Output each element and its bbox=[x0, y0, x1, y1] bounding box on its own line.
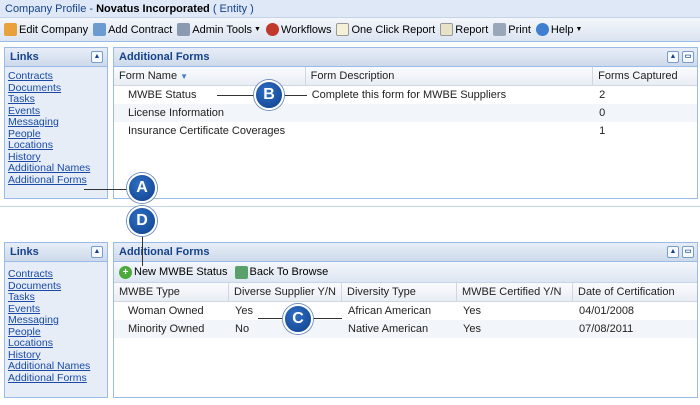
mwbe-status-panel: Additional Forms ▲ ▭ + New MWBE Status B… bbox=[113, 242, 698, 398]
maximize-icon[interactable]: ▭ bbox=[682, 51, 694, 63]
one-click-report-button[interactable]: One Click Report bbox=[336, 23, 435, 36]
link-locations[interactable]: Locations bbox=[8, 337, 104, 350]
column-mwbe-type[interactable]: MWBE Type bbox=[114, 283, 229, 301]
links-panel-bottom: Links ▲ Contracts Documents Tasks Events… bbox=[4, 242, 108, 398]
table-row[interactable]: Woman Owned Yes African American Yes 04/… bbox=[114, 302, 697, 320]
help-icon bbox=[535, 23, 549, 36]
column-mwbe-certified[interactable]: MWBE Certified Y/N bbox=[457, 283, 573, 301]
link-messaging[interactable]: Messaging bbox=[8, 314, 104, 327]
main-toolbar: Edit Company Add Contract Admin Tools ▼ W… bbox=[0, 18, 700, 42]
section-divider bbox=[0, 206, 700, 207]
mwbe-grid-header: MWBE Type Diverse Supplier Y/N Diversity… bbox=[114, 283, 697, 302]
dropdown-arrow-icon: ▼ bbox=[254, 26, 261, 33]
collapse-icon[interactable]: ▲ bbox=[667, 51, 679, 63]
forms-panel-header: Additional Forms ▲ ▭ bbox=[114, 48, 697, 67]
add-contract-icon bbox=[93, 23, 107, 36]
help-button[interactable]: Help ▼ bbox=[535, 23, 583, 36]
add-contract-button[interactable]: Add Contract bbox=[93, 23, 172, 36]
callout-a: A bbox=[127, 173, 157, 203]
link-additional-names[interactable]: Additional Names bbox=[8, 360, 104, 373]
links-panel-header: Links ▲ bbox=[5, 48, 107, 67]
column-diverse-supplier[interactable]: Diverse Supplier Y/N bbox=[229, 283, 342, 301]
link-locations[interactable]: Locations bbox=[8, 139, 104, 152]
wrench-icon bbox=[177, 23, 191, 36]
edit-icon bbox=[4, 23, 17, 36]
link-tasks[interactable]: Tasks bbox=[8, 93, 104, 106]
table-row[interactable]: License Information 0 bbox=[114, 104, 697, 122]
company-name: Novatus Incorporated bbox=[96, 3, 210, 15]
callout-b: B bbox=[254, 80, 284, 110]
collapse-icon[interactable]: ▲ bbox=[667, 246, 679, 258]
column-form-description[interactable]: Form Description bbox=[306, 67, 594, 85]
callout-d: D bbox=[127, 206, 157, 236]
link-additional-forms[interactable]: Additional Forms bbox=[8, 372, 104, 385]
collapse-icon[interactable]: ▲ bbox=[91, 51, 103, 63]
links-panel-header: Links ▲ bbox=[5, 243, 107, 262]
callout-line-d bbox=[142, 236, 143, 266]
workflow-icon bbox=[265, 23, 279, 36]
printer-icon bbox=[493, 23, 507, 36]
link-contracts[interactable]: Contracts bbox=[8, 70, 104, 83]
new-mwbe-status-button[interactable]: + New MWBE Status bbox=[119, 265, 228, 279]
callout-c: C bbox=[283, 304, 313, 334]
back-icon bbox=[234, 265, 248, 279]
forms-grid-header: Form Name ▼ Form Description Forms Captu… bbox=[114, 67, 697, 86]
table-row[interactable]: Insurance Certificate Coverages 1 bbox=[114, 122, 697, 140]
column-diversity-type[interactable]: Diversity Type bbox=[342, 283, 457, 301]
table-row[interactable]: Minority Owned No Native American Yes 07… bbox=[114, 320, 697, 338]
links-panel-top: Links ▲ Contracts Documents Tasks Events… bbox=[4, 47, 108, 199]
workflows-button[interactable]: Workflows bbox=[265, 23, 331, 36]
edit-company-button[interactable]: Edit Company bbox=[4, 23, 88, 36]
maximize-icon[interactable]: ▭ bbox=[682, 246, 694, 258]
link-additional-names[interactable]: Additional Names bbox=[8, 162, 104, 175]
column-forms-captured[interactable]: Forms Captured bbox=[593, 67, 697, 85]
back-to-browse-button[interactable]: Back To Browse bbox=[234, 265, 328, 279]
mwbe-toolbar: + New MWBE Status Back To Browse bbox=[114, 262, 697, 283]
link-messaging[interactable]: Messaging bbox=[8, 116, 104, 129]
dropdown-arrow-icon: ▼ bbox=[575, 26, 583, 33]
callout-line-a bbox=[84, 189, 128, 190]
link-contracts[interactable]: Contracts bbox=[8, 268, 104, 281]
additional-forms-panel: Additional Forms ▲ ▭ Form Name ▼ Form De… bbox=[113, 47, 698, 199]
admin-tools-button[interactable]: Admin Tools ▼ bbox=[177, 23, 261, 36]
report-button[interactable]: Report bbox=[440, 23, 488, 36]
sort-desc-icon: ▼ bbox=[180, 72, 189, 81]
add-icon: + bbox=[119, 265, 132, 279]
link-tasks[interactable]: Tasks bbox=[8, 291, 104, 304]
report-icon bbox=[440, 23, 454, 36]
print-button[interactable]: Print bbox=[493, 23, 531, 36]
report-icon bbox=[336, 23, 350, 36]
table-row[interactable]: MWBE Status Complete this form for MWBE … bbox=[114, 86, 697, 104]
mwbe-panel-header: Additional Forms ▲ ▭ bbox=[114, 243, 697, 262]
link-additional-forms[interactable]: Additional Forms bbox=[8, 174, 104, 187]
window-title: Company Profile - Novatus Incorporated (… bbox=[0, 0, 700, 18]
collapse-icon[interactable]: ▲ bbox=[91, 246, 103, 258]
column-date-of-certification[interactable]: Date of Certification bbox=[573, 283, 697, 301]
